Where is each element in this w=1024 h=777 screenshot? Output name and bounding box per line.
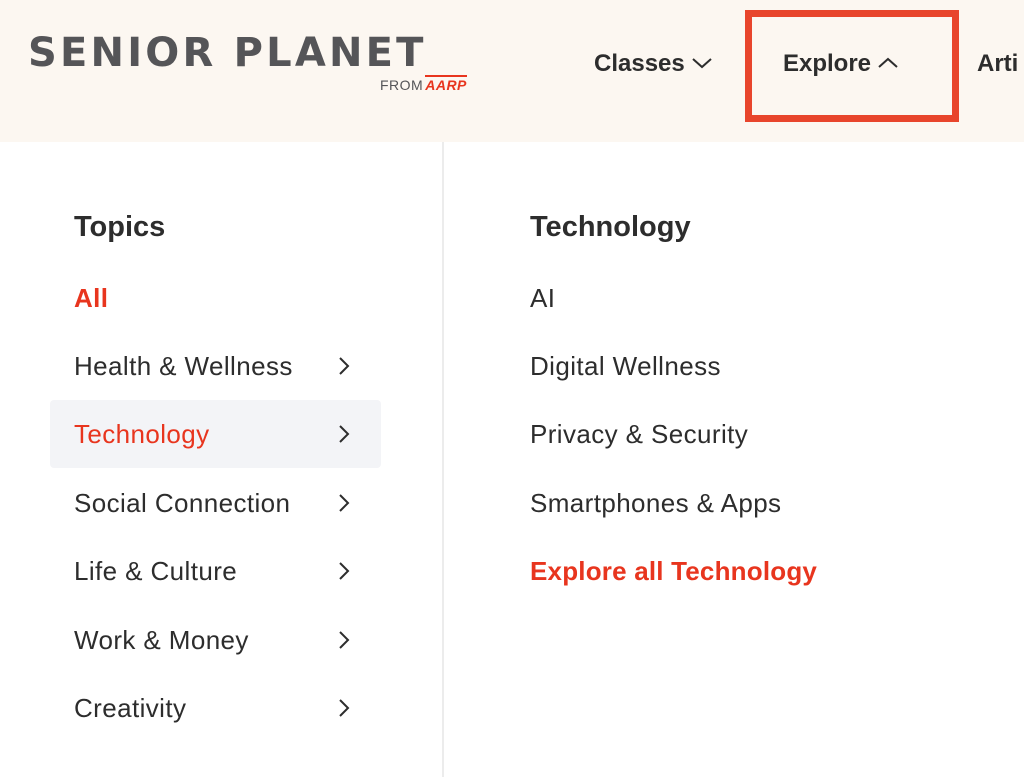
chevron-right-icon (339, 631, 350, 649)
aarp-logo: AARP (425, 75, 467, 93)
nav-classes-label: Classes (594, 50, 685, 77)
chevron-up-icon (878, 57, 898, 68)
submenu-item-ai[interactable]: AI (530, 278, 555, 318)
topic-item-social-connection[interactable]: Social Connection (50, 469, 381, 537)
topic-item-life-culture[interactable]: Life & Culture (50, 537, 381, 605)
topic-label: Health & Wellness (74, 351, 293, 381)
nav-explore[interactable]: Explore (783, 48, 899, 80)
senior-planet-logo[interactable]: SENIOR PLANET FROM AARP (28, 30, 467, 93)
chevron-right-icon (339, 494, 350, 512)
topic-label: Social Connection (74, 488, 291, 518)
topic-label: Technology (74, 419, 210, 449)
topic-label: All (74, 283, 109, 313)
topics-heading: Topics (74, 211, 166, 243)
logo-wordmark: SENIOR PLANET (28, 30, 427, 76)
nav-articles-label: Arti (977, 50, 1019, 77)
technology-heading: Technology (530, 211, 691, 243)
topic-item-technology[interactable]: Technology (50, 400, 381, 468)
chevron-right-icon (339, 562, 350, 580)
topic-item-work-money[interactable]: Work & Money (50, 606, 381, 674)
nav-classes[interactable]: Classes (594, 48, 713, 80)
chevron-right-icon (339, 699, 350, 717)
topic-label: Creativity (74, 693, 187, 723)
submenu-item-smartphones-apps[interactable]: Smartphones & Apps (530, 483, 781, 523)
nav-explore-label: Explore (783, 50, 872, 77)
submenu-item-privacy-security[interactable]: Privacy & Security (530, 414, 748, 454)
chevron-right-icon (339, 425, 350, 443)
topic-label: Work & Money (74, 625, 249, 655)
topic-item-all[interactable]: All (50, 264, 381, 332)
submenu-item-digital-wellness[interactable]: Digital Wellness (530, 346, 721, 386)
nav-articles[interactable]: Arti (977, 48, 1018, 80)
logo-subtitle: FROM AARP (380, 75, 467, 93)
logo-from-text: FROM (380, 77, 424, 93)
topic-item-creativity[interactable]: Creativity (50, 674, 381, 742)
topic-item-health-wellness[interactable]: Health & Wellness (50, 332, 381, 400)
site-header: SENIOR PLANET FROM AARP Classes Explore A… (0, 0, 1024, 142)
menu-divider (442, 142, 444, 777)
topic-label: Life & Culture (74, 556, 238, 586)
chevron-down-icon (692, 57, 712, 68)
explore-all-technology-link[interactable]: Explore all Technology (530, 551, 817, 591)
chevron-right-icon (339, 357, 350, 375)
